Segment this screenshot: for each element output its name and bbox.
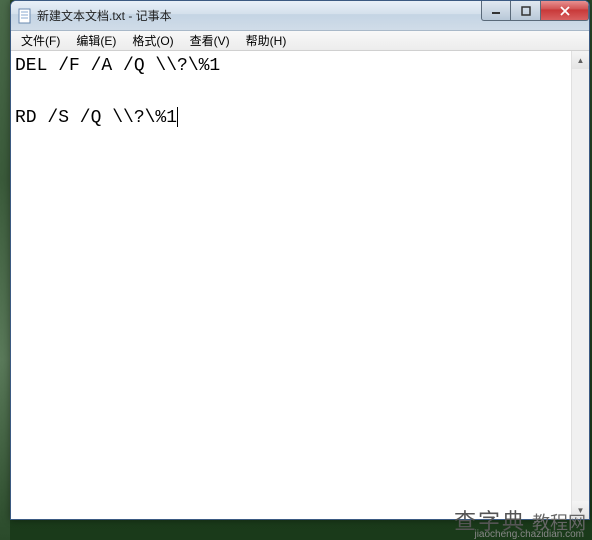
- menu-help[interactable]: 帮助(H): [238, 30, 295, 51]
- watermark-url: jiaocheng.chazidian.com: [474, 529, 584, 540]
- scroll-up-button[interactable]: ▲: [572, 51, 589, 69]
- menu-view[interactable]: 查看(V): [182, 30, 238, 51]
- vertical-scrollbar[interactable]: ▲ ▼: [571, 51, 589, 519]
- scroll-track[interactable]: [572, 69, 589, 501]
- menubar: 文件(F) 编辑(E) 格式(O) 查看(V) 帮助(H): [11, 31, 589, 51]
- menu-file[interactable]: 文件(F): [13, 30, 68, 51]
- notepad-window: 新建文本文档.txt - 记事本 文件(F) 编辑(E) 格式(O) 查看(V)…: [10, 0, 590, 520]
- text-caret: [177, 107, 178, 127]
- titlebar[interactable]: 新建文本文档.txt - 记事本: [11, 1, 589, 31]
- text-editor[interactable]: DEL /F /A /Q \\?\%1 RD /S /Q \\?\%1: [11, 51, 571, 519]
- menu-edit[interactable]: 编辑(E): [68, 30, 124, 51]
- desktop-strip: [0, 0, 10, 540]
- menu-format[interactable]: 格式(O): [124, 30, 181, 51]
- minimize-button[interactable]: [481, 1, 511, 21]
- close-button[interactable]: [541, 1, 589, 21]
- editor-area: DEL /F /A /Q \\?\%1 RD /S /Q \\?\%1 ▲ ▼: [11, 51, 589, 519]
- editor-line-3: RD /S /Q \\?\%1: [15, 108, 177, 128]
- maximize-button[interactable]: [511, 1, 541, 21]
- editor-line-1: DEL /F /A /Q \\?\%1: [15, 56, 220, 76]
- window-controls: [481, 1, 589, 21]
- scroll-down-button[interactable]: ▼: [572, 501, 589, 519]
- notepad-icon: [17, 8, 33, 24]
